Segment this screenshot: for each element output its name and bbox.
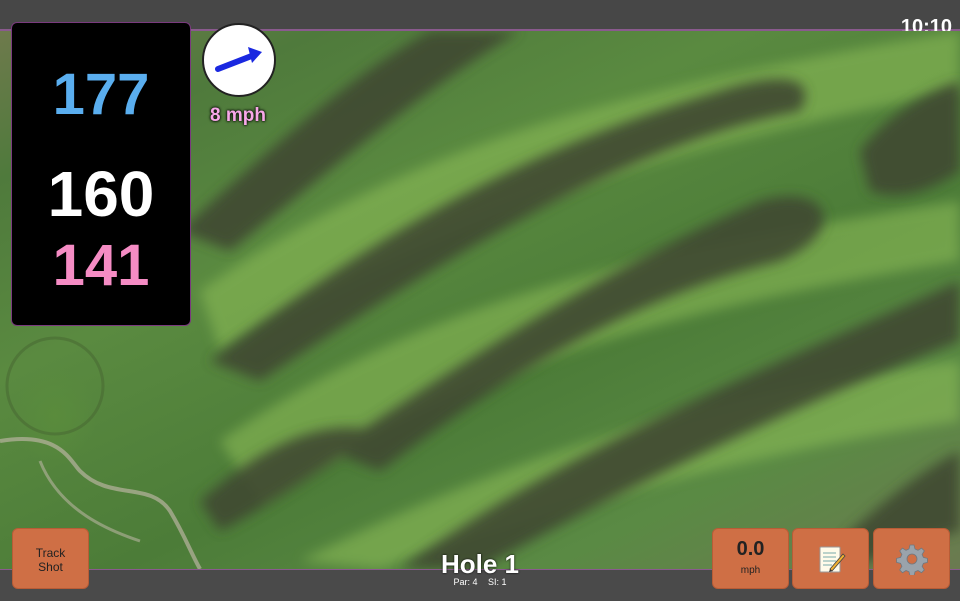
speed-button[interactable]: 0.0 mph — [712, 528, 789, 589]
speed-value: 0.0 — [736, 538, 765, 560]
hole-meta: Par: 4 SI: 1 — [380, 577, 580, 587]
distance-front: 141 — [52, 233, 150, 298]
hole-par: Par: 4 — [453, 577, 478, 587]
wind-speed: 8 mph — [210, 105, 266, 126]
notes-button[interactable] — [792, 528, 869, 589]
distance-back: 177 — [52, 62, 150, 127]
track-shot-label-line2: Shot — [38, 560, 63, 574]
wind-direction-dial — [202, 23, 276, 97]
gear-icon — [895, 544, 928, 575]
notepad-icon — [819, 546, 846, 572]
distance-center: 160 — [47, 158, 155, 230]
track-shot-button[interactable]: Track Shot — [12, 528, 89, 589]
hole-title: Hole 1 — [440, 549, 520, 579]
settings-button[interactable] — [873, 528, 950, 589]
arrow-right-icon — [215, 47, 262, 72]
track-shot-label-line1: Track — [35, 546, 66, 560]
speed-unit: mph — [740, 565, 761, 576]
hole-si: SI: 1 — [488, 577, 507, 587]
distance-panel: 177 160 141 — [11, 22, 191, 326]
